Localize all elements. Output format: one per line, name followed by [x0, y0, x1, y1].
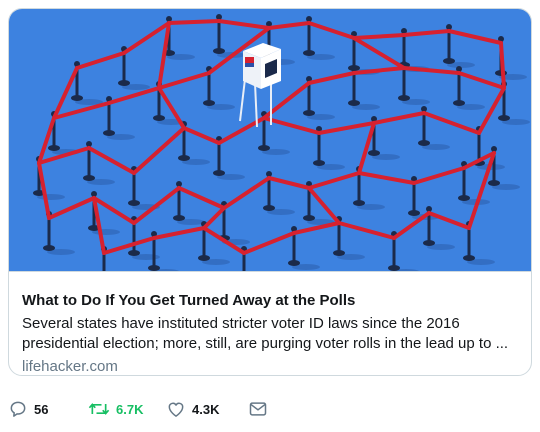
rope	[102, 236, 156, 255]
rope	[242, 231, 296, 255]
rope	[422, 111, 481, 135]
link-card-domain: lifehacker.com	[22, 358, 118, 375]
rope	[107, 86, 161, 105]
rope	[307, 71, 356, 85]
like-button[interactable]: 4.3K	[166, 399, 248, 419]
link-card[interactable]: What to Do If You Get Turned Away at the…	[8, 8, 532, 376]
reply-icon	[10, 401, 26, 417]
link-card-description: Several states have instituted stricter …	[22, 315, 509, 352]
share-button[interactable]	[248, 399, 268, 419]
rope	[307, 171, 361, 190]
rope	[177, 186, 226, 210]
rope	[267, 176, 311, 190]
rope	[262, 116, 321, 135]
tweet-actions: 56 6.7K 4.3K	[8, 398, 268, 420]
rope	[412, 166, 466, 185]
rope	[202, 206, 226, 230]
rope	[499, 41, 506, 90]
retweet-icon	[88, 403, 110, 415]
rope	[52, 66, 79, 120]
rope	[92, 196, 136, 225]
rope	[222, 176, 271, 210]
rope	[157, 71, 211, 90]
link-card-title[interactable]: What to Do If You Get Turned Away at the…	[22, 291, 520, 310]
rope	[52, 101, 111, 120]
mail-icon	[249, 402, 267, 416]
retweet-count: 6.7K	[116, 401, 144, 417]
rope	[402, 29, 451, 37]
rope	[122, 21, 171, 55]
rope	[182, 126, 221, 145]
rope	[307, 21, 356, 40]
image-divider	[9, 271, 531, 272]
rope	[75, 51, 126, 70]
rope	[352, 36, 406, 70]
rope	[267, 21, 311, 30]
reply-count: 56	[34, 401, 49, 417]
voting-maze-illustration	[33, 14, 530, 272]
rope	[167, 19, 221, 25]
rope	[427, 211, 471, 230]
rope	[337, 221, 396, 240]
reply-button[interactable]: 56	[8, 399, 88, 419]
rope	[392, 211, 431, 240]
rope	[132, 126, 186, 175]
rope	[402, 66, 461, 75]
rope	[352, 66, 406, 75]
rope	[372, 111, 426, 125]
rope	[37, 116, 56, 165]
rope	[447, 29, 503, 45]
rope	[317, 121, 376, 135]
rope	[357, 121, 376, 175]
rope	[357, 171, 416, 185]
rope	[87, 146, 136, 175]
rope	[152, 226, 206, 240]
rope	[47, 196, 96, 220]
voting-booth-icon	[239, 43, 281, 128]
retweet-button[interactable]: 6.7K	[88, 399, 166, 419]
link-card-image[interactable]	[9, 9, 531, 272]
like-count: 4.3K	[192, 401, 220, 417]
rope	[217, 19, 271, 30]
rope	[352, 33, 406, 40]
heart-icon	[168, 402, 184, 417]
rope	[477, 86, 506, 135]
